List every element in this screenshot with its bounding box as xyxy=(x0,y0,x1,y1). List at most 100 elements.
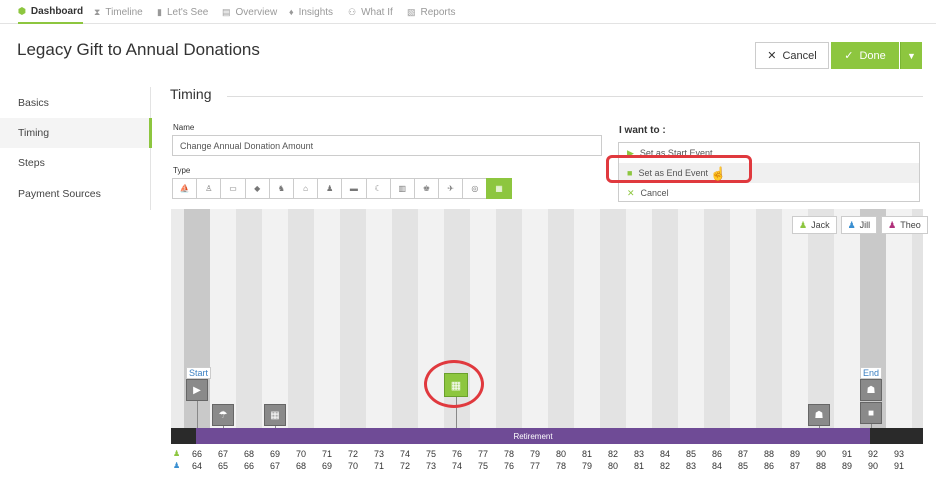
section-divider xyxy=(227,96,923,97)
page-title: Legacy Gift to Annual Donations xyxy=(17,40,260,59)
tombstone-end-icon[interactable]: ☗ xyxy=(860,379,882,401)
age-value: 83 xyxy=(685,461,696,471)
document-icon: ▤ xyxy=(222,6,231,17)
age-value: 79 xyxy=(581,461,592,471)
timeline-column xyxy=(366,209,392,429)
age-value: 78 xyxy=(555,461,566,471)
age-value: 87 xyxy=(737,449,748,459)
type-graduate-icon[interactable]: ♙ xyxy=(196,178,222,199)
timeline-column xyxy=(340,209,366,429)
timeline-column xyxy=(314,209,340,429)
end-label: End xyxy=(860,367,883,379)
age-value: 69 xyxy=(321,461,332,471)
age-value: 67 xyxy=(269,461,280,471)
age-value: 80 xyxy=(555,449,566,459)
tombstone-event-icon[interactable]: ☗ xyxy=(808,404,830,426)
age-value: 74 xyxy=(399,449,410,459)
stop-end-icon[interactable]: ■ xyxy=(860,402,882,424)
menu-item-basics[interactable]: Basics xyxy=(0,88,151,118)
menu-item-timing[interactable]: Timing xyxy=(0,118,152,148)
nav-timeline[interactable]: ⧗ Timeline xyxy=(94,0,143,24)
type-house-icon[interactable]: ⌂ xyxy=(292,178,319,199)
type-cap-icon[interactable]: ◆ xyxy=(244,178,270,199)
person-tags: ♟ Jack ♟ Jill ♟ Theo xyxy=(792,216,928,234)
age-value: 70 xyxy=(295,449,306,459)
timeline-column xyxy=(808,209,834,429)
hourglass-icon: ⧗ xyxy=(94,6,101,17)
selected-event-highlight xyxy=(424,360,484,408)
cancel-option[interactable]: ✕ Cancel xyxy=(619,183,919,203)
type-book-icon[interactable]: ▭ xyxy=(220,178,246,199)
age-value: 73 xyxy=(425,461,436,471)
close-icon: ✕ xyxy=(627,187,635,198)
timeline-column xyxy=(834,209,860,429)
name-label: Name xyxy=(173,123,195,132)
nav-dashboard[interactable]: ⬢ Dashboard xyxy=(18,0,84,24)
menu-item-payment-sources[interactable]: Payment Sources xyxy=(0,179,151,209)
i-want-to-label: I want to : xyxy=(619,125,666,136)
timeline-column xyxy=(522,209,548,429)
type-horse-icon[interactable]: ♞ xyxy=(268,178,294,199)
age-value: 81 xyxy=(581,449,592,459)
type-moon-icon[interactable]: ☾ xyxy=(365,178,391,199)
report-icon: ▧ xyxy=(407,6,416,17)
left-menu: Basics Timing Steps Payment Sources xyxy=(0,87,152,210)
age-value: 71 xyxy=(373,461,384,471)
timeline-area[interactable] xyxy=(171,209,923,429)
person-tag-jack[interactable]: ♟ Jack xyxy=(792,216,837,234)
age-value: 71 xyxy=(321,449,332,459)
start-event-icon[interactable]: ▶ xyxy=(186,379,208,401)
age-value: 64 xyxy=(191,461,202,471)
timeline-column xyxy=(600,209,626,429)
timeline-column xyxy=(548,209,574,429)
type-car-icon[interactable]: ▬ xyxy=(341,178,367,199)
person-tag-jill[interactable]: ♟ Jill xyxy=(840,216,878,234)
jill-age-row: 64 65 66 67 68 69 70 71 72 73 74 75 76 77 78 79 80 81 82 83… xyxy=(171,461,923,473)
nav-reports[interactable]: ▧ Reports xyxy=(407,0,456,24)
nav-what-if[interactable]: ⚇ What If xyxy=(348,0,393,24)
timeline-column xyxy=(730,209,756,429)
person-tag-theo[interactable]: ♟ Theo xyxy=(881,216,928,234)
age-value: 86 xyxy=(763,461,774,471)
age-value: 77 xyxy=(529,461,540,471)
retirement-bar[interactable]: Retirement xyxy=(196,428,870,444)
age-value: 68 xyxy=(243,449,254,459)
nav-insights[interactable]: ♦ Insights xyxy=(289,0,333,24)
start-event-line xyxy=(197,401,198,428)
start-label: Start xyxy=(186,367,212,379)
timeline-column xyxy=(210,209,236,429)
type-plane-icon[interactable]: ✈ xyxy=(438,178,464,199)
age-value: 81 xyxy=(633,461,644,471)
age-value: 84 xyxy=(711,461,722,471)
age-value: 90 xyxy=(867,461,878,471)
age-value: 77 xyxy=(477,449,488,459)
age-value: 75 xyxy=(477,461,488,471)
check-icon: ✓ xyxy=(844,50,854,62)
type-family-icon[interactable]: ♚ xyxy=(413,178,440,199)
done-menu-button[interactable]: ▼ xyxy=(900,42,922,69)
umbrella-event-icon[interactable]: ☂ xyxy=(212,404,234,426)
age-value: 84 xyxy=(659,449,670,459)
nav-lets-see[interactable]: ▮ Let's See xyxy=(157,0,208,24)
type-boat-icon[interactable]: ⛵ xyxy=(172,178,198,199)
cancel-button[interactable]: ✕ Cancel xyxy=(755,42,829,69)
type-calendar-icon[interactable]: ▦ xyxy=(486,178,512,199)
age-value: 76 xyxy=(503,461,514,471)
done-button[interactable]: ✓ Done xyxy=(831,42,899,69)
nav-overview[interactable]: ▤ Overview xyxy=(222,0,277,24)
type-store-icon[interactable]: ▥ xyxy=(389,178,415,199)
calendar-event-icon[interactable]: ▦ xyxy=(264,404,286,426)
age-value: 67 xyxy=(217,449,228,459)
age-value: 80 xyxy=(607,461,618,471)
type-rings-icon[interactable]: ◎ xyxy=(462,178,488,199)
name-input[interactable]: Change Annual Donation Amount xyxy=(172,135,602,156)
age-value: 75 xyxy=(425,449,436,459)
age-value: 65 xyxy=(217,461,228,471)
age-value: 68 xyxy=(295,461,306,471)
menu-item-steps[interactable]: Steps xyxy=(0,148,151,178)
timeline-column xyxy=(886,209,912,429)
type-person-icon[interactable]: ♟ xyxy=(317,178,343,199)
age-value: 92 xyxy=(867,449,878,459)
hand-cursor-icon: ☝ xyxy=(710,166,727,181)
timeline-column xyxy=(392,209,418,429)
